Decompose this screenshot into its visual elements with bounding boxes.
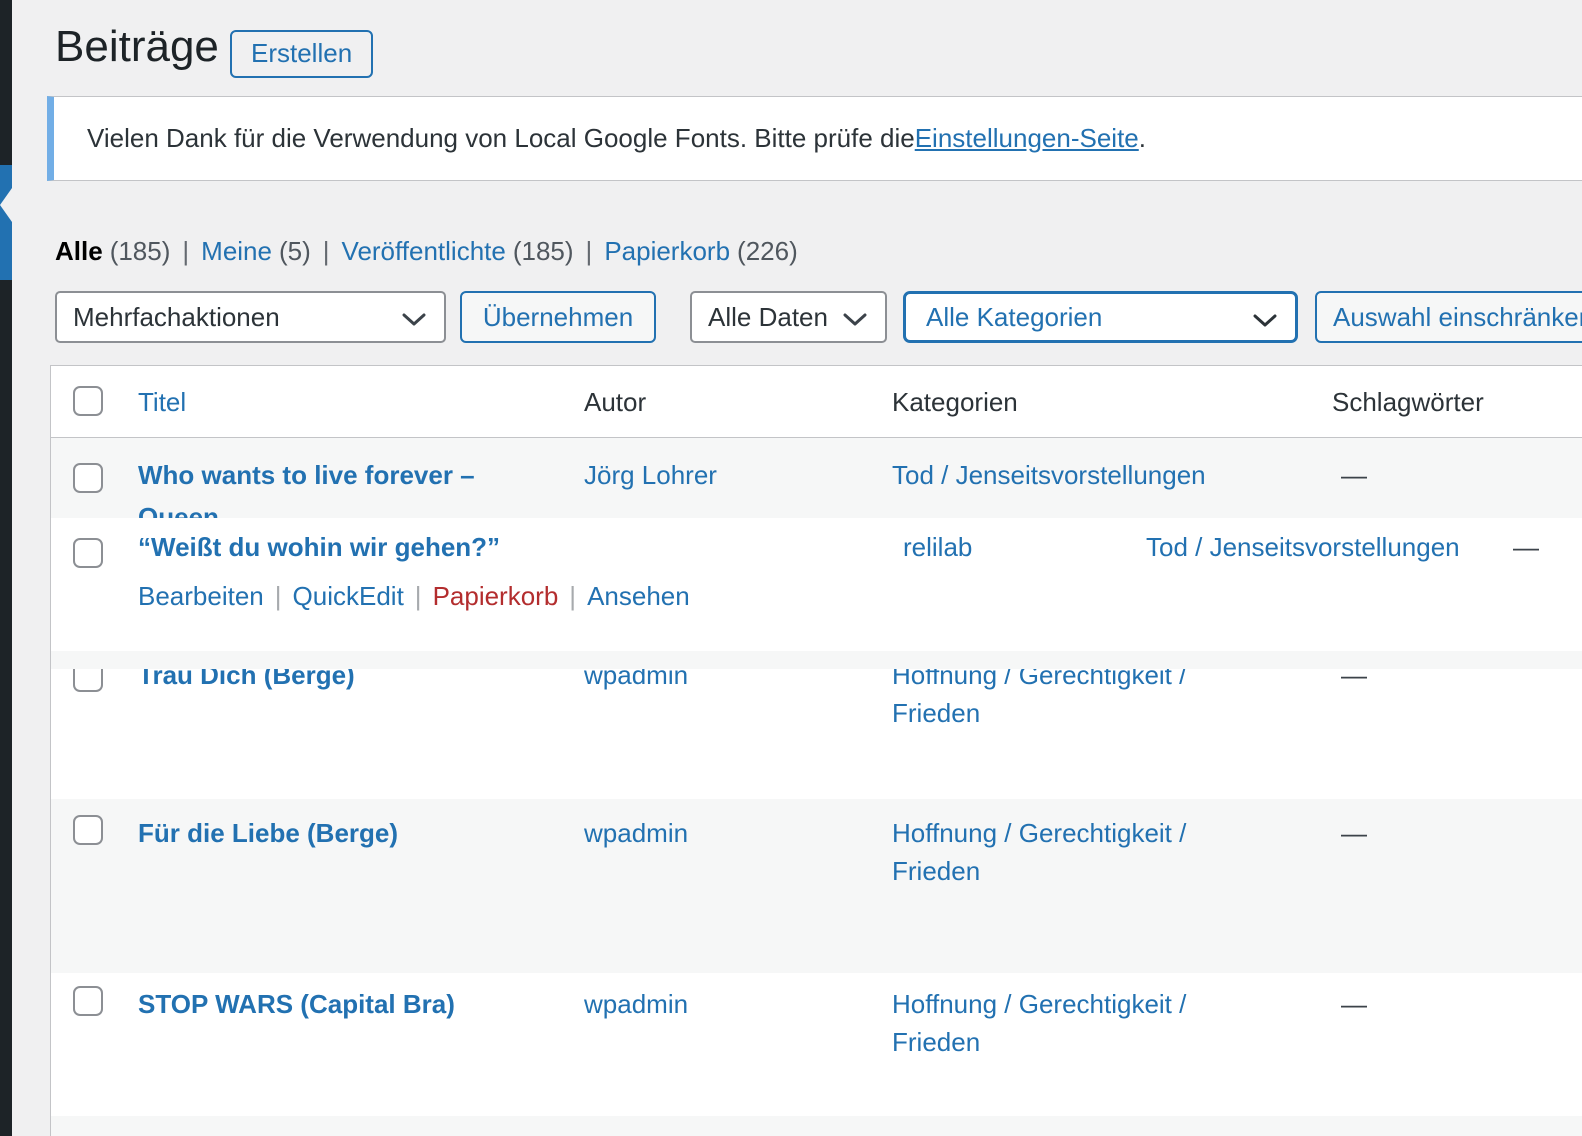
tags-dash: — [1341,818,1367,848]
view-trash-count: (226) [737,236,798,266]
post-title-overflow[interactable]: Queen [138,502,219,518]
view-mine[interactable]: Meine(5) [201,236,311,267]
view-all[interactable]: Alle(185) [55,236,170,267]
chevron-down-icon [843,313,867,327]
bulk-actions-select[interactable]: Mehrfachaktionen [55,291,446,343]
admin-menu-current-arrow [0,188,12,222]
post-title-link[interactable]: STOP WARS (Capital Bra) [138,989,455,1019]
chevron-down-icon [1253,314,1277,328]
column-header-tags: Schlagwörter [1332,387,1484,417]
table-row: STOP WARS (Capital Bra) wpadmin Hoffnung… [51,973,1582,1116]
action-separator: | [275,581,282,611]
row-checkbox[interactable] [73,815,103,845]
filter-button[interactable]: Auswahl einschränken [1315,291,1582,343]
categories-filter-value: Alle Kategorien [926,302,1102,333]
admin-sidebar-sliver [0,0,12,1136]
table-row: Für die Liebe (Berge) wpadmin Hoffnung /… [51,799,1582,973]
select-all-checkbox[interactable] [73,386,103,416]
action-separator: | [415,581,422,611]
tags-dash: — [1341,669,1367,690]
categories-link[interactable]: Frieden [892,698,980,728]
author-link[interactable]: wpadmin [584,669,688,690]
create-post-button[interactable]: Erstellen [230,30,373,78]
view-mine-count: (5) [279,236,311,266]
table-row-partial [51,651,1582,669]
categories-link[interactable]: Tod / Jenseitsvorstellungen [1146,532,1460,562]
trash-action-link[interactable]: Papierkorb [433,581,559,611]
categories-link[interactable]: Frieden [892,1027,980,1057]
view-trash[interactable]: Papierkorb(226) [604,236,797,267]
view-separator: | [182,236,189,266]
post-title-link[interactable]: Trau Dich (Berge) [138,669,355,690]
table-row: Trau Dich (Berge) wpadmin Hoffnung / Ger… [51,669,1582,799]
row-checkbox[interactable] [73,669,103,692]
column-header-categories: Kategorien [892,387,1018,417]
view-published-link[interactable]: Veröffentlichte [342,236,506,266]
author-link[interactable]: wpadmin [584,989,688,1019]
notice-text: Vielen Dank für die Verwendung von Local… [87,123,915,154]
table-row-partial [51,1116,1582,1136]
post-title-link[interactable]: Who wants to live forever – [138,460,475,490]
quick-edit-action-link[interactable]: QuickEdit [293,581,404,611]
posts-admin-screen: Beiträge Erstellen Vielen Dank für die V… [0,0,1582,1136]
tags-dash: — [1341,989,1367,1019]
view-separator: | [586,236,593,266]
author-link[interactable]: wpadmin [584,818,688,848]
row-checkbox[interactable] [73,538,103,568]
categories-link[interactable]: Hoffnung / Gerechtigkeit / [892,989,1186,1019]
table-row: “Weißt du wohin wir gehen?” Bearbeiten | Q… [51,518,1582,651]
tags-dash: — [1341,460,1367,490]
categories-filter-select[interactable]: Alle Kategorien [903,291,1298,343]
row-actions: Bearbeiten | QuickEdit | Papierkorb | Ansehen [138,581,690,611]
categories-link[interactable]: Hoffnung / Gerechtigkeit / [892,818,1186,848]
post-title-link[interactable]: “Weißt du wohin wir gehen?” [138,532,500,562]
edit-action-link[interactable]: Bearbeiten [138,581,264,611]
view-action-link[interactable]: Ansehen [587,581,690,611]
view-published-count: (185) [513,236,574,266]
page-title: Beiträge [55,22,219,72]
dates-filter-select[interactable]: Alle Daten [690,291,887,343]
column-header-title[interactable]: Titel [138,387,186,417]
dates-filter-value: Alle Daten [708,302,828,333]
author-link[interactable]: Jörg Lohrer [584,460,717,490]
view-all-count: (185) [110,236,171,266]
row-checkbox[interactable] [73,463,103,493]
table-row: Who wants to live forever – Queen Jörg L… [51,438,1582,518]
view-trash-link[interactable]: Papierkorb [604,236,730,266]
row-checkbox[interactable] [73,986,103,1016]
posts-table: Titel Autor Kategorien Schlagwörter Who … [50,365,1582,1136]
apply-button[interactable]: Übernehmen [460,291,656,343]
chevron-down-icon [402,313,426,327]
admin-menu-current-item[interactable] [0,165,12,280]
view-mine-link[interactable]: Meine [201,236,272,266]
post-title-link[interactable]: Für die Liebe (Berge) [138,818,398,848]
bulk-actions-value: Mehrfachaktionen [73,302,280,333]
table-header-row: Titel Autor Kategorien Schlagwörter [51,366,1582,438]
column-header-author: Autor [584,387,646,417]
tags-dash: — [1513,532,1539,562]
settings-page-link[interactable]: Einstellungen-Seite [915,123,1139,154]
categories-link[interactable]: Tod / Jenseitsvorstellungen [892,460,1206,490]
view-separator: | [323,236,330,266]
view-all-link[interactable]: Alle [55,236,103,266]
notice-banner: Vielen Dank für die Verwendung von Local… [47,96,1582,181]
categories-link[interactable]: Hoffnung / Gerechtigkeit / [892,669,1186,690]
notice-suffix: . [1139,123,1146,154]
view-filter-links: Alle(185)|Meine(5)|Veröffentlichte(185)|… [55,236,798,267]
view-published[interactable]: Veröffentlichte(185) [342,236,574,267]
categories-link[interactable]: Frieden [892,856,980,886]
author-link[interactable]: relilab [903,532,972,562]
action-separator: | [569,581,576,611]
